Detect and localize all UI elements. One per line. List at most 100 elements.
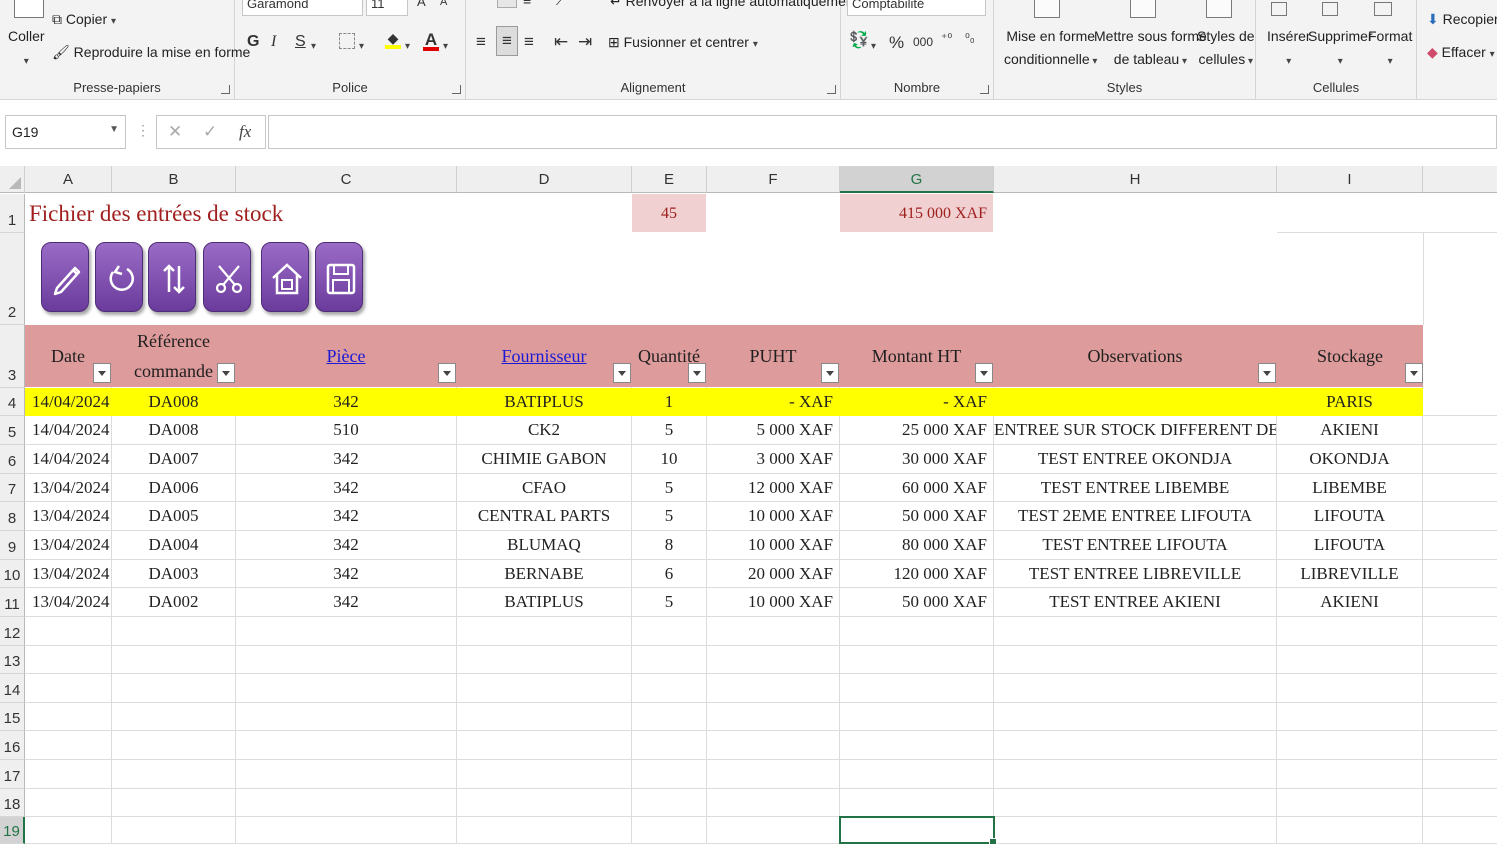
row-header-8[interactable]: 8: [0, 502, 25, 531]
active-cell-g19[interactable]: [839, 816, 997, 844]
macro-button-house[interactable]: [261, 242, 309, 312]
filter-dropdown-observations[interactable]: [1258, 363, 1276, 383]
dialog-launcher-icon[interactable]: [452, 85, 461, 94]
cell-reference[interactable]: DA003: [112, 560, 235, 588]
cell-stockage[interactable]: LIFOUTA: [1277, 502, 1422, 531]
row-header-19[interactable]: 19: [0, 817, 25, 844]
column-header-c[interactable]: C: [236, 166, 457, 193]
cell-puht[interactable]: 10 000 XAF: [707, 531, 839, 560]
borders-icon[interactable]: [339, 33, 355, 49]
select-all-button[interactable]: [0, 166, 25, 193]
cell-stockage[interactable]: OKONDJA: [1277, 445, 1422, 474]
column-header-g[interactable]: G: [840, 166, 994, 193]
increase-indent-icon[interactable]: ⇥: [578, 32, 592, 52]
cell-fournisseur[interactable]: BLUMAQ: [457, 531, 631, 560]
paste-button[interactable]: Coller ▾: [8, 25, 45, 73]
cell-fournisseur[interactable]: CENTRAL PARTS: [457, 502, 631, 531]
cell-quantite[interactable]: 1: [632, 388, 706, 416]
conditional-format-button[interactable]: Mise en forme conditionnelle ▾: [1004, 25, 1097, 73]
row-header-7[interactable]: 7: [0, 474, 25, 502]
underline-button[interactable]: S: [295, 33, 306, 51]
cell-quantite[interactable]: 5: [632, 416, 706, 445]
chevron-down-icon[interactable]: ▾: [405, 36, 410, 52]
column-header-i[interactable]: I: [1277, 166, 1423, 193]
cell-piece[interactable]: 342: [236, 388, 456, 416]
chevron-down-icon[interactable]: ▾: [443, 36, 448, 52]
font-color-icon[interactable]: A: [423, 30, 439, 51]
cell-stockage[interactable]: AKIENI: [1277, 588, 1422, 617]
cell-puht[interactable]: 10 000 XAF: [707, 502, 839, 531]
italic-button[interactable]: I: [271, 33, 276, 51]
cell-date[interactable]: 14/04/2024: [25, 416, 111, 445]
row-header-6[interactable]: 6: [0, 445, 25, 474]
merge-center-button[interactable]: ⊞ Fusionner et centrer ▾: [608, 34, 758, 51]
cell-puht[interactable]: 10 000 XAF: [707, 588, 839, 617]
fill-color-icon[interactable]: ◆: [385, 30, 401, 49]
cell-reference[interactable]: DA006: [112, 474, 235, 502]
filter-dropdown-reference[interactable]: [217, 363, 235, 383]
cell-styles-button[interactable]: Styles de cellules ▾: [1197, 25, 1255, 73]
shrink-font-icon[interactable]: A: [440, 0, 447, 8]
cell-observations[interactable]: ENTREE SUR STOCK DIFFERENT DE INVE: [994, 416, 1276, 445]
row-header-9[interactable]: 9: [0, 531, 25, 560]
filter-dropdown-piece[interactable]: [438, 363, 456, 383]
cell-montant[interactable]: 120 000 XAF: [840, 560, 993, 588]
delete-button[interactable]: Supprimer ▾: [1308, 25, 1373, 73]
cell-date[interactable]: 13/04/2024: [25, 502, 111, 531]
dialog-launcher-icon[interactable]: [980, 85, 989, 94]
currency-icon[interactable]: 💱: [849, 30, 869, 50]
cell-montant[interactable]: 80 000 XAF: [840, 531, 993, 560]
orientation-icon[interactable]: ⟋: [556, 0, 566, 9]
filter-dropdown-date[interactable]: [93, 363, 111, 383]
cell-piece[interactable]: 342: [236, 588, 456, 617]
name-box[interactable]: G19 ▼: [5, 115, 126, 149]
cell-observations[interactable]: [994, 388, 1276, 416]
cell-reference[interactable]: DA008: [112, 416, 235, 445]
row-header-18[interactable]: 18: [0, 789, 25, 817]
cell-puht[interactable]: 3 000 XAF: [707, 445, 839, 474]
filter-dropdown-montant[interactable]: [975, 363, 993, 383]
cell-fournisseur[interactable]: CK2: [457, 416, 631, 445]
chevron-down-icon[interactable]: ▾: [871, 36, 876, 52]
row-header-2[interactable]: 2: [0, 233, 25, 325]
font-family-select[interactable]: Garamond: [242, 0, 363, 16]
cell-puht[interactable]: 20 000 XAF: [707, 560, 839, 588]
count-cell[interactable]: 45: [632, 194, 706, 232]
row-header-13[interactable]: 13: [0, 646, 25, 674]
filter-dropdown-stockage[interactable]: [1405, 363, 1423, 383]
decrease-indent-icon[interactable]: ⇤: [554, 32, 568, 52]
cell-observations[interactable]: TEST ENTREE LIBREVILLE: [994, 560, 1276, 588]
chevron-down-icon[interactable]: ▾: [311, 36, 316, 52]
thousands-button[interactable]: 000: [913, 35, 933, 49]
cell-observations[interactable]: TEST ENTREE LIFOUTA: [994, 531, 1276, 560]
header-fournisseur[interactable]: Fournisseur: [457, 341, 631, 371]
row-header-3[interactable]: 3: [0, 325, 25, 388]
cell-quantite[interactable]: 5: [632, 474, 706, 502]
row-header-4[interactable]: 4: [0, 388, 25, 416]
cell-montant[interactable]: 50 000 XAF: [840, 588, 993, 617]
cell-piece[interactable]: 342: [236, 445, 456, 474]
copy-button[interactable]: ⧉ Copier ▾: [52, 11, 116, 28]
clear-button[interactable]: ◆ Effacer ▾: [1427, 44, 1495, 61]
align-right-icon[interactable]: ≡: [524, 32, 534, 52]
cell-reference[interactable]: DA002: [112, 588, 235, 617]
cell-fournisseur[interactable]: BATIPLUS: [457, 388, 631, 416]
format-painter-button[interactable]: 🖌 Reproduire la mise en forme: [52, 44, 250, 61]
cell-quantite[interactable]: 5: [632, 502, 706, 531]
filter-dropdown-puht[interactable]: [821, 363, 839, 383]
sheet-title[interactable]: Fichier des entrées de stock: [29, 194, 283, 234]
wrap-text-button[interactable]: ↵ Renvoyer à la ligne automatiquement: [610, 0, 858, 10]
cell-quantite[interactable]: 6: [632, 560, 706, 588]
cell-fournisseur[interactable]: BATIPLUS: [457, 588, 631, 617]
cell-piece[interactable]: 342: [236, 502, 456, 531]
cell-observations[interactable]: TEST 2EME ENTREE LIFOUTA: [994, 502, 1276, 531]
total-cell[interactable]: 415 000 XAF: [840, 194, 993, 232]
row-header-10[interactable]: 10: [0, 560, 25, 588]
cell-stockage[interactable]: LIBREVILLE: [1277, 560, 1422, 588]
cell-observations[interactable]: TEST ENTREE AKIENI: [994, 588, 1276, 617]
grow-font-icon[interactable]: A: [417, 0, 426, 9]
cell-reference[interactable]: DA004: [112, 531, 235, 560]
filter-dropdown-fournisseur[interactable]: [613, 363, 631, 383]
font-size-select[interactable]: 11: [366, 0, 408, 16]
cell-montant[interactable]: 25 000 XAF: [840, 416, 993, 445]
